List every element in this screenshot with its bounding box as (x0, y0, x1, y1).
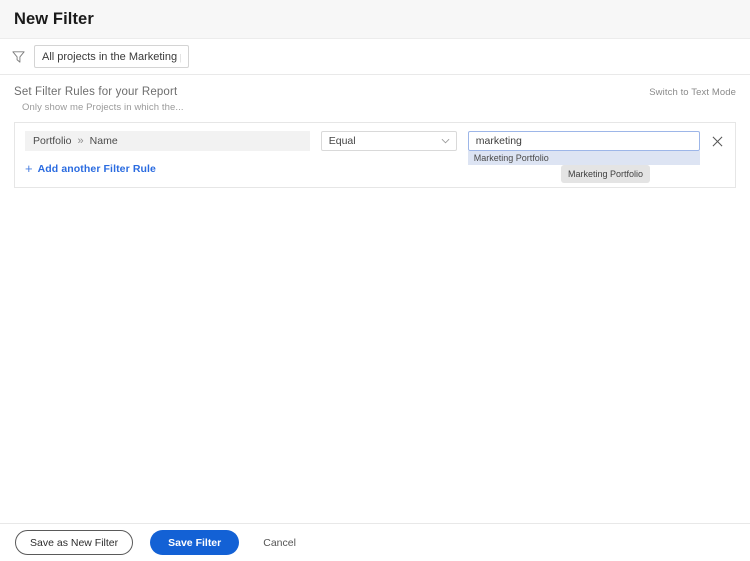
field-separator-icon: » (78, 135, 84, 147)
add-another-filter-rule-label: Add another Filter Rule (38, 163, 156, 175)
rules-subheading: Only show me Projects in which the... (22, 102, 736, 113)
rules-header: Set Filter Rules for your Report Switch … (14, 86, 736, 98)
window-titlebar: New Filter (0, 0, 750, 39)
remove-rule-close-icon[interactable] (710, 133, 725, 149)
rule-operator-value: Equal (329, 135, 356, 147)
plus-icon: + (25, 162, 33, 175)
autocomplete-suggestion-list: Marketing Portfolio (468, 151, 700, 165)
rule-operator-select[interactable]: Equal (321, 131, 457, 151)
funnel-icon (8, 47, 28, 67)
rules-heading: Set Filter Rules for your Report (14, 86, 177, 98)
rule-field-selector[interactable]: Portfolio » Name (25, 131, 310, 151)
value-tooltip: Marketing Portfolio (561, 165, 650, 183)
switch-to-text-mode-link[interactable]: Switch to Text Mode (649, 87, 736, 98)
filter-name-bar (0, 39, 750, 75)
save-as-new-filter-button[interactable]: Save as New Filter (15, 530, 133, 555)
cancel-button[interactable]: Cancel (257, 536, 302, 550)
rule-field-name: Name (90, 135, 118, 147)
filter-rule-row: Portfolio » Name Equal Marketing Portfol… (15, 123, 735, 151)
rule-field-module: Portfolio (33, 135, 72, 147)
chevron-down-icon (441, 137, 450, 146)
filter-name-input[interactable] (34, 45, 189, 68)
rule-value-container: Marketing Portfolio (468, 131, 700, 151)
save-filter-button[interactable]: Save Filter (150, 530, 239, 555)
add-another-filter-rule-button[interactable]: + Add another Filter Rule (25, 163, 156, 175)
page-title: New Filter (14, 10, 94, 29)
autocomplete-suggestion-item[interactable]: Marketing Portfolio (468, 151, 700, 165)
rule-value-input[interactable] (468, 131, 700, 151)
dialog-footer: Save as New Filter Save Filter Cancel (0, 523, 750, 561)
